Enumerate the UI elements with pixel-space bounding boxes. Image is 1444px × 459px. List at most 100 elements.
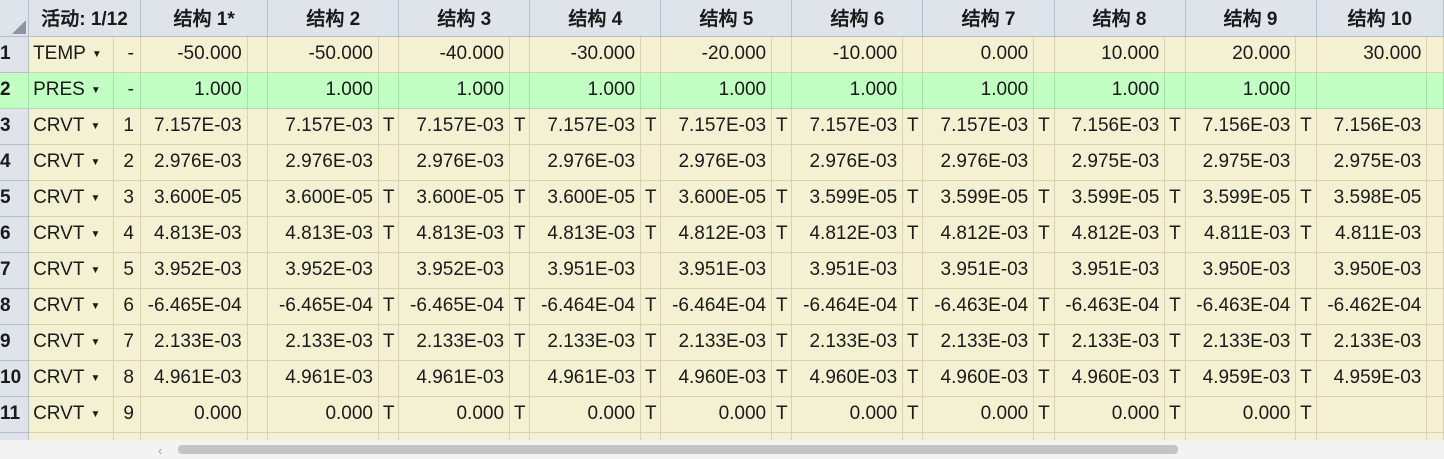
- tied-flag-cell[interactable]: [1033, 36, 1055, 73]
- value-cell[interactable]: 4.812E-03: [1054, 216, 1166, 253]
- value-cell[interactable]: 2.976E-03: [660, 144, 773, 181]
- tied-flag-cell[interactable]: [771, 36, 793, 73]
- value-cell[interactable]: [529, 432, 642, 440]
- value-cell[interactable]: 3.600E-05: [660, 180, 773, 217]
- value-cell[interactable]: [398, 432, 511, 440]
- tied-flag-cell[interactable]: T: [771, 288, 793, 325]
- tied-flag-cell[interactable]: T: [378, 396, 400, 433]
- value-cell[interactable]: 7.156E-03: [1185, 108, 1297, 145]
- tied-flag-cell[interactable]: [378, 144, 400, 181]
- horizontal-scrollbar[interactable]: ‹: [0, 440, 1444, 459]
- tied-flag-cell[interactable]: T: [902, 180, 924, 217]
- tied-flag-cell[interactable]: T: [1033, 108, 1055, 145]
- tied-flag-cell[interactable]: T: [509, 180, 531, 217]
- tied-flag-cell[interactable]: T: [640, 324, 662, 361]
- tied-flag-cell[interactable]: [378, 36, 400, 73]
- caret-down-icon[interactable]: ▼: [92, 49, 102, 60]
- tied-flag-cell[interactable]: T: [902, 108, 924, 145]
- row-number[interactable]: 8: [0, 288, 30, 325]
- caret-down-icon[interactable]: ▼: [90, 409, 100, 420]
- value-cell[interactable]: 3.950E-03: [1185, 252, 1297, 289]
- value-cell[interactable]: 3.950E-03: [1316, 252, 1428, 289]
- value-cell[interactable]: 2.133E-03: [1185, 324, 1297, 361]
- value-cell[interactable]: 2.976E-03: [398, 144, 511, 181]
- select-all-corner[interactable]: [0, 0, 30, 37]
- caret-down-icon[interactable]: ▼: [91, 85, 101, 96]
- row-number[interactable]: [0, 432, 30, 440]
- tied-flag-cell[interactable]: [771, 144, 793, 181]
- tied-flag-cell[interactable]: T: [902, 396, 924, 433]
- value-cell[interactable]: [791, 432, 904, 440]
- value-cell[interactable]: 3.952E-03: [398, 252, 511, 289]
- value-cell[interactable]: 0.000: [529, 396, 642, 433]
- structure-column-header[interactable]: 结构 7: [922, 0, 1055, 37]
- tied-flag-cell[interactable]: T: [1295, 360, 1317, 397]
- tied-flag-cell[interactable]: [1426, 108, 1444, 145]
- value-cell[interactable]: 4.813E-03: [398, 216, 511, 253]
- tied-flag-cell[interactable]: T: [378, 324, 400, 361]
- tied-flag-cell[interactable]: T: [509, 324, 531, 361]
- tied-flag-cell[interactable]: [247, 396, 269, 433]
- tied-flag-cell[interactable]: [247, 432, 269, 440]
- tied-flag-cell[interactable]: [1295, 72, 1317, 109]
- tied-flag-cell[interactable]: [509, 360, 531, 397]
- tied-flag-cell[interactable]: T: [509, 288, 531, 325]
- tied-flag-cell[interactable]: [247, 72, 269, 109]
- tied-flag-cell[interactable]: T: [640, 360, 662, 397]
- tied-flag-cell[interactable]: [1033, 72, 1055, 109]
- value-cell[interactable]: -6.465E-04: [267, 288, 379, 325]
- structure-column-header[interactable]: 结构 8: [1054, 0, 1186, 37]
- tied-flag-cell[interactable]: T: [771, 180, 793, 217]
- value-cell[interactable]: [1316, 72, 1428, 109]
- tied-flag-cell[interactable]: T: [1164, 216, 1186, 253]
- value-cell[interactable]: 2.133E-03: [660, 324, 773, 361]
- caret-down-icon[interactable]: ▼: [90, 121, 100, 132]
- tied-flag-cell[interactable]: [1426, 252, 1444, 289]
- value-cell[interactable]: 3.600E-05: [140, 180, 248, 217]
- tied-flag-cell[interactable]: T: [1295, 324, 1317, 361]
- tied-flag-cell[interactable]: [378, 360, 400, 397]
- tied-flag-cell[interactable]: [1426, 216, 1444, 253]
- caret-down-icon[interactable]: ▼: [90, 157, 100, 168]
- structure-column-header[interactable]: 结构 5: [660, 0, 793, 37]
- tied-flag-cell[interactable]: [509, 144, 531, 181]
- value-cell[interactable]: 4.813E-03: [529, 216, 642, 253]
- value-cell[interactable]: 1.000: [140, 72, 248, 109]
- value-cell[interactable]: 4.960E-03: [922, 360, 1035, 397]
- tied-flag-cell[interactable]: [1426, 72, 1444, 109]
- tied-flag-cell[interactable]: [1426, 180, 1444, 217]
- parameter-dropdown[interactable]: CRVT ▼: [28, 360, 114, 397]
- tied-flag-cell[interactable]: [378, 432, 400, 440]
- value-cell[interactable]: 3.600E-05: [398, 180, 511, 217]
- tied-flag-cell[interactable]: T: [378, 108, 400, 145]
- value-cell[interactable]: 4.961E-03: [529, 360, 642, 397]
- parameter-dropdown[interactable]: CRVT ▼: [28, 288, 114, 325]
- value-cell[interactable]: 3.599E-05: [1054, 180, 1166, 217]
- value-cell[interactable]: 4.961E-03: [267, 360, 379, 397]
- value-cell[interactable]: 1.000: [922, 72, 1035, 109]
- tied-flag-cell[interactable]: [247, 324, 269, 361]
- value-cell[interactable]: 7.157E-03: [398, 108, 511, 145]
- value-cell[interactable]: 1.000: [267, 72, 379, 109]
- structure-column-header[interactable]: 结构 3: [398, 0, 531, 37]
- parameter-dropdown[interactable]: CRVT ▼: [28, 324, 114, 361]
- value-cell[interactable]: 2.133E-03: [791, 324, 904, 361]
- tied-flag-cell[interactable]: [509, 432, 531, 440]
- tied-flag-cell[interactable]: [1295, 432, 1317, 440]
- value-cell[interactable]: 3.599E-05: [791, 180, 904, 217]
- value-cell[interactable]: 2.133E-03: [267, 324, 379, 361]
- tied-flag-cell[interactable]: [1426, 288, 1444, 325]
- tied-flag-cell[interactable]: T: [1164, 324, 1186, 361]
- value-cell[interactable]: 7.157E-03: [922, 108, 1035, 145]
- value-cell[interactable]: 10.000: [1054, 36, 1166, 73]
- row-number[interactable]: 2: [0, 72, 30, 109]
- tied-flag-cell[interactable]: T: [509, 108, 531, 145]
- tied-flag-cell[interactable]: [247, 288, 269, 325]
- tied-flag-cell[interactable]: [640, 36, 662, 73]
- structure-column-header[interactable]: 结构 9: [1185, 0, 1317, 37]
- value-cell[interactable]: 2.976E-03: [267, 144, 379, 181]
- row-number[interactable]: 11: [0, 396, 30, 433]
- tied-flag-cell[interactable]: [1426, 144, 1444, 181]
- value-cell[interactable]: -6.464E-04: [791, 288, 904, 325]
- parameter-dropdown[interactable]: CRVT ▼: [28, 216, 114, 253]
